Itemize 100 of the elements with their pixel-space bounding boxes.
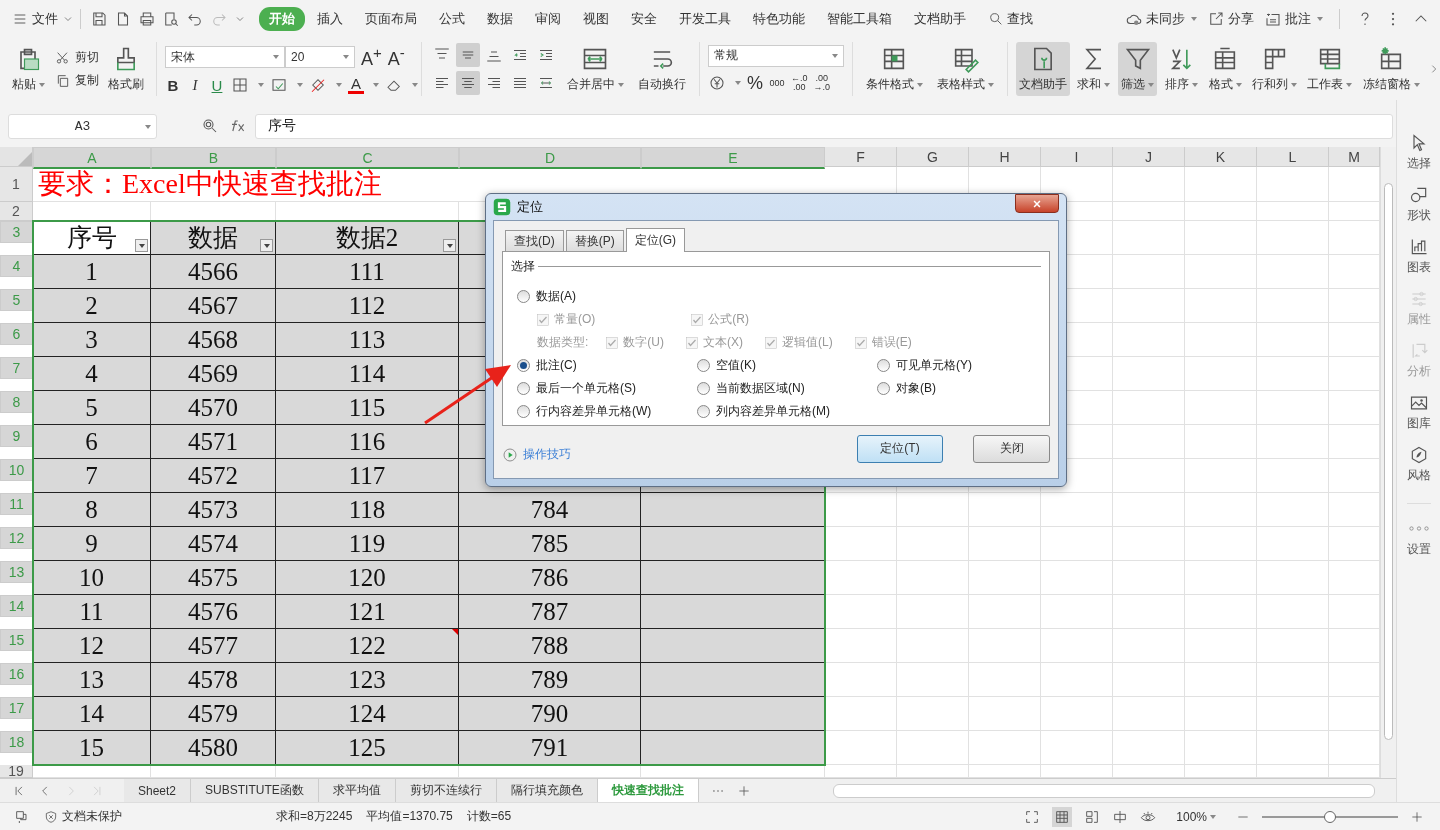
radio-button[interactable] — [697, 359, 710, 372]
caret-icon[interactable] — [257, 83, 264, 87]
horizontal-scrollbar[interactable] — [832, 783, 1375, 798]
paste-button[interactable]: 粘贴 — [8, 42, 49, 96]
spreadsheet-cell[interactable] — [897, 493, 969, 527]
side-panel-item[interactable]: 风格 — [1406, 445, 1431, 497]
spreadsheet-cell[interactable] — [1041, 595, 1113, 629]
spreadsheet-cell[interactable] — [1185, 202, 1257, 221]
spreadsheet-cell[interactable] — [969, 731, 1041, 765]
spreadsheet-cell[interactable] — [1185, 561, 1257, 595]
radio-option[interactable]: 列内容差异单元格(M) — [691, 400, 871, 423]
spreadsheet-cell[interactable] — [1113, 425, 1185, 459]
spreadsheet-cell[interactable] — [1185, 289, 1257, 323]
caret-icon[interactable] — [296, 83, 303, 87]
shrink-font-button[interactable]: A$^{-}$ — [387, 44, 405, 70]
spreadsheet-cell[interactable] — [1113, 323, 1185, 357]
page-break-icon[interactable] — [1084, 808, 1101, 825]
alignment-button[interactable] — [455, 71, 480, 95]
percent-button[interactable]: % — [747, 72, 763, 94]
underline-button[interactable]: U — [208, 76, 225, 94]
print-preview-icon[interactable] — [162, 10, 180, 28]
dialog-tab[interactable]: 查找(D) — [505, 230, 564, 251]
radio-option[interactable]: 数据(A) — [511, 285, 1041, 308]
normal-view-button[interactable] — [1052, 806, 1073, 827]
spreadsheet-cell[interactable] — [825, 629, 897, 663]
font-name-field[interactable]: 宋体 — [164, 46, 285, 68]
ribbon-tab[interactable]: 智能工具箱 — [817, 7, 902, 31]
select-all-corner[interactable] — [0, 147, 33, 167]
side-panel-item[interactable]: 设置 — [1406, 503, 1431, 563]
row-header[interactable]: 2 — [0, 202, 33, 221]
spreadsheet-cell[interactable] — [897, 561, 969, 595]
spreadsheet-cell[interactable] — [1257, 629, 1329, 663]
side-panel-item[interactable]: 形状 — [1406, 185, 1431, 237]
spreadsheet-cell[interactable] — [969, 697, 1041, 731]
spreadsheet-cell[interactable] — [1257, 527, 1329, 561]
spreadsheet-cell[interactable] — [897, 663, 969, 697]
spreadsheet-cell[interactable] — [1113, 255, 1185, 289]
spreadsheet-cell[interactable] — [969, 629, 1041, 663]
bold-button[interactable]: B — [164, 76, 181, 94]
formula-field[interactable]: 序号 — [255, 113, 1393, 139]
spreadsheet-cell[interactable] — [1257, 221, 1329, 255]
column-header[interactable]: F — [825, 147, 897, 167]
spreadsheet-cell[interactable] — [1257, 202, 1329, 221]
spreadsheet-cell[interactable] — [1257, 493, 1329, 527]
toolbar-button[interactable]: 排序 — [1161, 42, 1202, 96]
ribbon-tab[interactable]: 插入 — [307, 7, 353, 31]
spreadsheet-cell[interactable] — [1185, 527, 1257, 561]
spreadsheet-cell[interactable] — [1257, 595, 1329, 629]
spreadsheet-cell[interactable] — [1257, 357, 1329, 391]
spreadsheet-cell[interactable] — [1113, 167, 1185, 202]
spreadsheet-cell[interactable] — [1113, 391, 1185, 425]
spreadsheet-cell[interactable] — [1185, 663, 1257, 697]
radio-button[interactable] — [517, 405, 530, 418]
zoom-icon[interactable] — [201, 117, 219, 135]
spreadsheet-cell[interactable] — [1185, 731, 1257, 765]
add-sheet-icon[interactable] — [736, 783, 751, 798]
ribbon-tab[interactable]: 安全 — [621, 7, 667, 31]
print-icon[interactable] — [138, 10, 156, 28]
spreadsheet-cell[interactable] — [1257, 289, 1329, 323]
spreadsheet-cell[interactable] — [1185, 595, 1257, 629]
layout-icon[interactable] — [1112, 808, 1129, 825]
toolbar-button[interactable]: 冻结窗格 — [1359, 42, 1423, 96]
column-header[interactable]: G — [897, 147, 969, 167]
copy-button[interactable]: 复制 — [54, 72, 99, 89]
sync-button[interactable]: 未同步 — [1125, 10, 1197, 28]
column-header[interactable]: J — [1113, 147, 1185, 167]
tips-link[interactable]: 操作技巧 — [502, 446, 571, 463]
dialog-button[interactable]: 定位(T) — [857, 434, 943, 463]
name-box[interactable]: A3 — [8, 113, 157, 139]
radio-button[interactable] — [517, 290, 530, 303]
spreadsheet-cell[interactable] — [825, 697, 897, 731]
spreadsheet-cell[interactable] — [1185, 459, 1257, 493]
save-icon[interactable] — [90, 10, 108, 28]
column-header[interactable]: L — [1257, 147, 1329, 167]
cell-format-icon[interactable] — [269, 76, 288, 94]
spreadsheet-cell[interactable] — [969, 595, 1041, 629]
spreadsheet-cell[interactable] — [825, 527, 897, 561]
fit-screen-icon[interactable] — [1024, 808, 1041, 825]
sheet-tab[interactable]: 剪切不连续行 — [395, 779, 497, 802]
zoom-in-icon[interactable] — [1410, 809, 1424, 824]
radio-button[interactable] — [877, 359, 890, 372]
spreadsheet-cell[interactable] — [1257, 391, 1329, 425]
spreadsheet-cell[interactable] — [1257, 425, 1329, 459]
cut-button[interactable]: 剪切 — [54, 49, 99, 66]
radio-option[interactable]: 对象(B) — [871, 377, 1041, 400]
radio-option[interactable]: 可见单元格(Y) — [871, 354, 1041, 377]
caret-icon[interactable] — [372, 83, 379, 87]
italic-button[interactable]: I — [186, 76, 203, 94]
style-button[interactable]: 条件格式 — [860, 42, 928, 96]
spreadsheet-cell[interactable] — [1113, 493, 1185, 527]
ribbon-tab[interactable]: 特色功能 — [743, 7, 815, 31]
radio-option[interactable]: 最后一个单元格(S) — [511, 377, 691, 400]
sheet-tab[interactable]: Sheet2 — [124, 779, 192, 802]
spreadsheet-cell[interactable] — [969, 527, 1041, 561]
spreadsheet-cell[interactable] — [825, 493, 897, 527]
spreadsheet-cell[interactable] — [1041, 561, 1113, 595]
row-header[interactable]: 1 — [0, 167, 33, 202]
spreadsheet-cell[interactable] — [1185, 391, 1257, 425]
spreadsheet-cell[interactable] — [1113, 595, 1185, 629]
spreadsheet-cell[interactable] — [1113, 289, 1185, 323]
